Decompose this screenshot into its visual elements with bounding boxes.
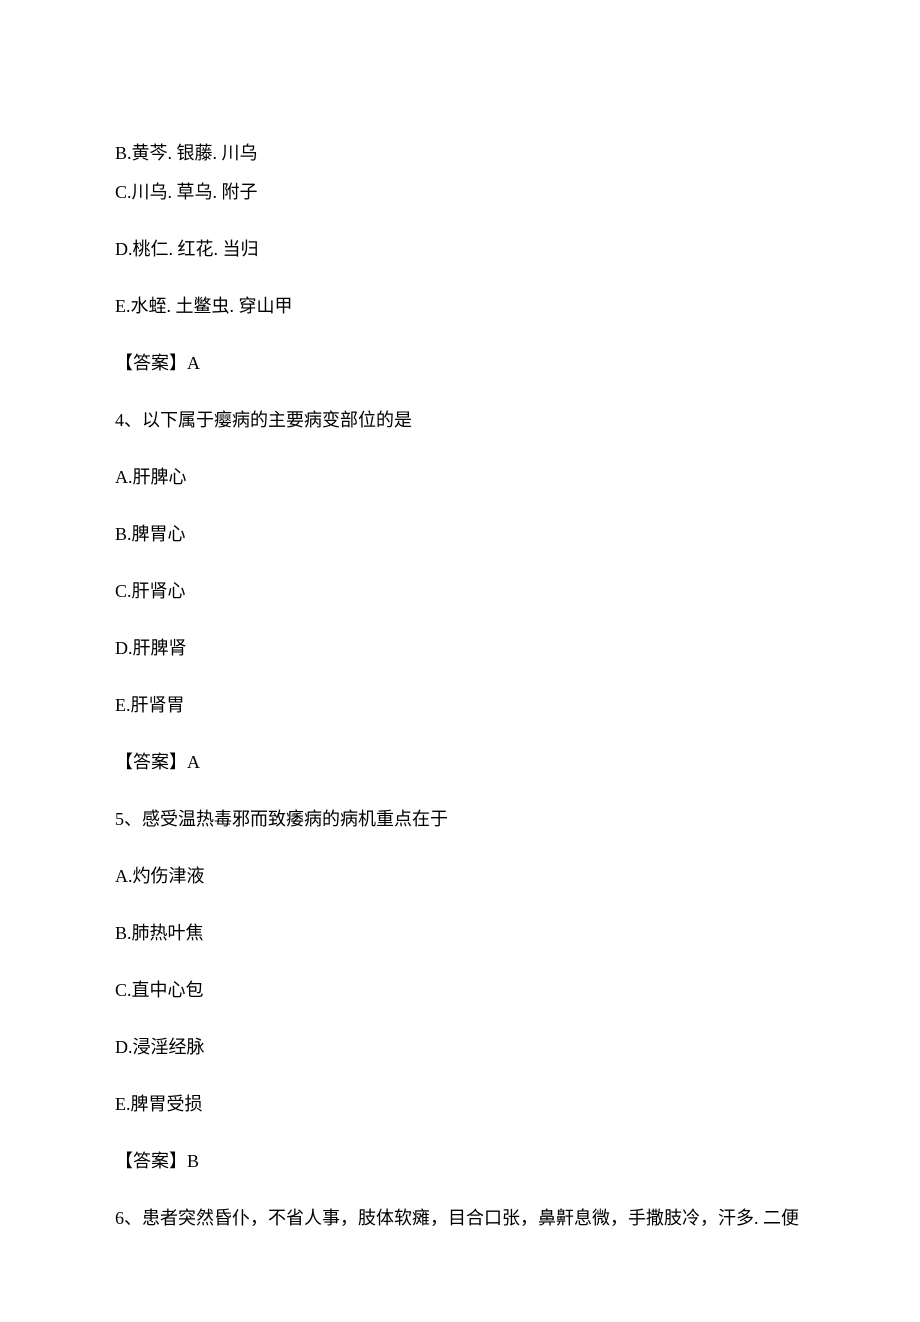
q4-stem: 4、以下属于瘿病的主要病变部位的是 — [115, 407, 805, 434]
q4-option-e: E.肝肾胃 — [115, 692, 805, 719]
q5-option-e: E.脾胃受损 — [115, 1091, 805, 1118]
q5-option-d: D.浸淫经脉 — [115, 1034, 805, 1061]
q4-option-b: B.脾胃心 — [115, 521, 805, 548]
q3-option-b: B.黄芩. 银藤. 川乌 — [115, 140, 805, 167]
q4-option-a: A.肝脾心 — [115, 464, 805, 491]
q4-option-d: D.肝脾肾 — [115, 635, 805, 662]
q3-option-e: E.水蛭. 土鳖虫. 穿山甲 — [115, 293, 805, 320]
q3-option-c: C.川乌. 草乌. 附子 — [115, 179, 805, 206]
q4-answer: 【答案】A — [115, 749, 805, 776]
q5-answer: 【答案】B — [115, 1148, 805, 1175]
q3-answer: 【答案】A — [115, 350, 805, 377]
q3-option-d: D.桃仁. 红花. 当归 — [115, 236, 805, 263]
q5-option-b: B.肺热叶焦 — [115, 920, 805, 947]
q5-stem: 5、感受温热毒邪而致痿病的病机重点在于 — [115, 806, 805, 833]
q4-option-c: C.肝肾心 — [115, 578, 805, 605]
q5-option-c: C.直中心包 — [115, 977, 805, 1004]
document-page: B.黄芩. 银藤. 川乌 C.川乌. 草乌. 附子 D.桃仁. 红花. 当归 E… — [0, 0, 920, 1322]
q6-stem: 6、患者突然昏仆，不省人事，肢体软瘫，目合口张，鼻鼾息微，手撒肢冷，汗多. 二便 — [115, 1205, 805, 1232]
q5-option-a: A.灼伤津液 — [115, 863, 805, 890]
